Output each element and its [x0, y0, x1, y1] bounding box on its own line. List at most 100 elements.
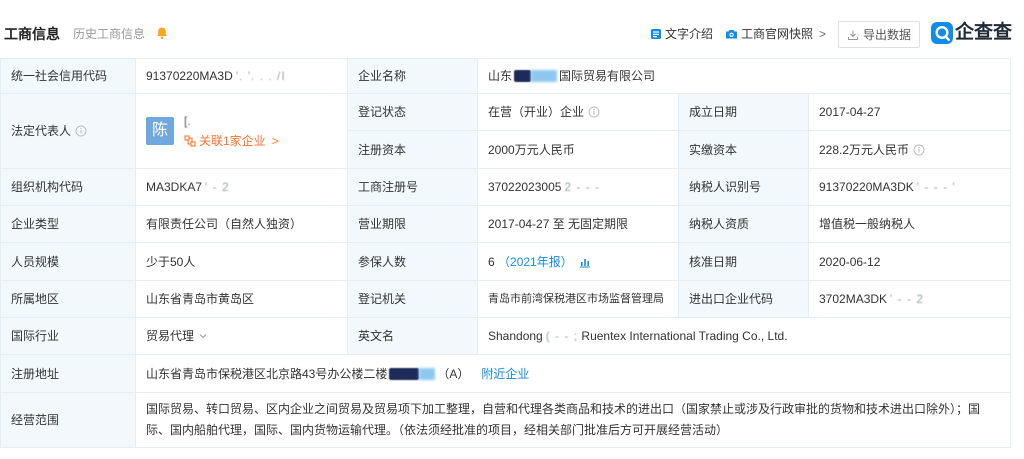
- table-row: 注册地址 山东省青岛市保税港区北京路43号办公楼二楼 （A） 附近企业: [0, 354, 1012, 393]
- label-founded: 成立日期: [678, 93, 809, 131]
- table-row: 统一社会信用代码 91370220MA3D '. '. . . /I 企业名称 山…: [0, 58, 1012, 94]
- credit-code-masked: '. '. . . /I: [235, 69, 286, 83]
- value-reg-capital: 2000万元人民币: [477, 130, 679, 169]
- document-icon: [650, 28, 662, 40]
- value-approval-date: 2020-06-12: [807, 242, 1012, 281]
- info-icon[interactable]: [588, 106, 600, 118]
- label-approval-date: 核准日期: [678, 242, 809, 281]
- label-taxpayer-qual: 纳税人资质: [678, 205, 809, 243]
- export-data-button[interactable]: 导出数据: [838, 21, 920, 48]
- paid-capital-text: 228.2万元人民币: [819, 142, 910, 157]
- related-companies-link[interactable]: 关联1家企业 >: [184, 134, 279, 148]
- table-row: 经营范围 国际贸易、转口贸易、区内企业之间贸易及贸易项下加工整理，自营和代理各类…: [0, 392, 1012, 448]
- value-company-type: 有限责任公司（自然人独资）: [135, 205, 348, 243]
- label-credit-code: 统一社会信用代码: [0, 58, 136, 94]
- table-row: 国际行业 贸易代理 英文名 Shandong( - - ; Ruentex In…: [0, 317, 1012, 355]
- logo-text: 企查查: [955, 22, 1013, 43]
- value-reg-number: 37022023005 2 - - -: [477, 168, 679, 206]
- legal-rep-block: 陈 [. 关联1家企业 >: [146, 114, 337, 148]
- org-code-masked: ' - 2: [205, 180, 230, 194]
- history-business-info-link[interactable]: 历史工商信息: [73, 27, 145, 41]
- insured-count: 6: [488, 254, 495, 269]
- label-industry: 国际行业: [0, 317, 136, 355]
- value-address: 山东省青岛市保税港区北京路43号办公楼二楼 （A） 附近企业: [134, 354, 1012, 393]
- value-business-term: 2017-04-27 至 无固定期限: [477, 205, 679, 243]
- label-insured: 参保人数: [347, 242, 478, 281]
- legal-rep-label: 法定代表人: [11, 124, 72, 138]
- label-paid-capital: 实缴资本: [678, 130, 809, 169]
- english-name-suffix: Ruentex International Trading Co., Ltd.: [581, 329, 788, 343]
- value-staff-size: 少于50人: [135, 242, 348, 281]
- redaction-mark: [389, 367, 436, 380]
- value-paid-capital: 228.2万元人民币: [807, 130, 1012, 169]
- label-business-term: 营业期限: [347, 205, 478, 243]
- label-reg-authority: 登记机关: [347, 280, 478, 318]
- value-taxpayer-id: 91370220MA3DK ' - - - ': [807, 168, 1012, 206]
- value-org-code: MA3DKA7 ' - 2: [135, 168, 348, 206]
- value-industry[interactable]: 贸易代理: [135, 317, 348, 355]
- redaction-mark: [514, 70, 558, 82]
- business-info-page: 工商信息 历史工商信息 文字介绍 工商官网快照 > 导出数据 企查查 统一社会信…: [0, 0, 1024, 459]
- section-header: 工商信息 历史工商信息 文字介绍 工商官网快照 > 导出数据 企查查: [0, 0, 1024, 58]
- text-intro-button[interactable]: 文字介绍: [650, 27, 713, 41]
- value-legal-rep: 陈 [. 关联1家企业 >: [135, 93, 348, 169]
- value-region: 山东省青岛市黄岛区: [135, 280, 348, 318]
- import-export-code-masked: ' - - 2: [890, 292, 925, 306]
- chevron-down-icon[interactable]: [198, 329, 208, 339]
- legal-rep-meta: [. 关联1家企业 >: [184, 114, 279, 148]
- label-reg-status: 登记状态: [347, 93, 478, 131]
- label-company-name: 企业名称: [347, 58, 478, 94]
- related-companies-label: 关联1家企业: [199, 134, 266, 148]
- chevron-right-icon: >: [819, 27, 827, 41]
- taxpayer-id-masked: ' - - - ': [916, 180, 956, 194]
- value-taxpayer-qual: 增值税一般纳税人: [807, 205, 1012, 243]
- qcc-logo-icon: [931, 22, 953, 44]
- link-icon: [184, 135, 196, 147]
- reg-status-text: 在营（开业）企业: [488, 105, 585, 119]
- camera-icon: [725, 28, 738, 40]
- official-snapshot-button[interactable]: 工商官网快照 >: [725, 27, 826, 41]
- value-import-export-code: 3702MA3DK ' - - 2: [807, 280, 1012, 318]
- annual-report-link[interactable]: （2021年报）: [498, 255, 573, 269]
- reg-number-masked: 2 - - -: [564, 180, 601, 194]
- industry-text: 贸易代理: [146, 329, 195, 343]
- table-row: 组织机构代码 MA3DKA7 ' - 2 工商注册号 37022023005 2 -…: [0, 168, 1012, 206]
- export-data-label: 导出数据: [862, 28, 911, 42]
- value-reg-status: 在营（开业）企业: [477, 93, 679, 131]
- table-row: 法定代表人 陈 [. 关联1家企业 > 登记状态 在营（开业）企业 成立日期 2…: [0, 93, 1012, 169]
- label-address: 注册地址: [0, 354, 136, 393]
- table-row: 人员规模 少于50人 参保人数 6 （2021年报） 核准日期 2020-06-…: [0, 242, 1012, 281]
- table-row: 企业类型 有限责任公司（自然人独资） 营业期限 2017-04-27 至 无固定…: [0, 205, 1012, 243]
- taxpayer-id-text: 91370220MA3DK: [819, 180, 914, 194]
- avatar[interactable]: 陈: [146, 117, 174, 145]
- reg-number-text: 37022023005: [488, 180, 562, 194]
- import-export-code-text: 3702MA3DK: [819, 292, 888, 306]
- label-reg-number: 工商注册号: [347, 168, 478, 206]
- address-suffix: （A）: [437, 366, 470, 381]
- info-icon[interactable]: [75, 125, 87, 137]
- legal-rep-name[interactable]: [.: [184, 114, 279, 128]
- value-insured: 6 （2021年报）: [477, 242, 679, 281]
- bar-chart-icon[interactable]: [579, 256, 591, 268]
- section-title: 工商信息: [4, 26, 60, 42]
- label-business-scope: 经营范围: [0, 392, 136, 448]
- label-legal-rep: 法定代表人: [0, 93, 136, 169]
- credit-code-text: 91370220MA3D: [146, 69, 233, 83]
- english-name-masked: ( - - ;: [545, 329, 579, 343]
- nearby-companies-link[interactable]: 附近企业: [481, 367, 529, 381]
- info-icon[interactable]: [913, 144, 925, 156]
- bell-icon[interactable]: [155, 26, 169, 40]
- company-name-suffix: 国际贸易有限公司: [559, 69, 656, 83]
- value-reg-authority: 青岛市前湾保税港区市场监督管理局: [477, 280, 679, 318]
- value-business-scope: 国际贸易、转口贸易、区内企业之间贸易及贸易项下加工整理，自营和代理各类商品和技术…: [134, 392, 1012, 448]
- download-icon: [847, 29, 859, 41]
- company-name-prefix: 山东: [488, 69, 513, 83]
- org-code-text: MA3DKA7: [146, 180, 203, 194]
- chevron-right-icon: >: [271, 134, 279, 148]
- value-english-name: Shandong( - - ; Ruentex International Tr…: [476, 317, 1012, 355]
- label-org-code: 组织机构代码: [0, 168, 136, 206]
- table-row: 所属地区 山东省青岛市黄岛区 登记机关 青岛市前湾保税港区市场监督管理局 进出口…: [0, 280, 1012, 318]
- value-company-name: 山东 国际贸易有限公司: [476, 58, 1012, 94]
- label-region: 所属地区: [0, 280, 136, 318]
- label-reg-capital: 注册资本: [347, 130, 478, 169]
